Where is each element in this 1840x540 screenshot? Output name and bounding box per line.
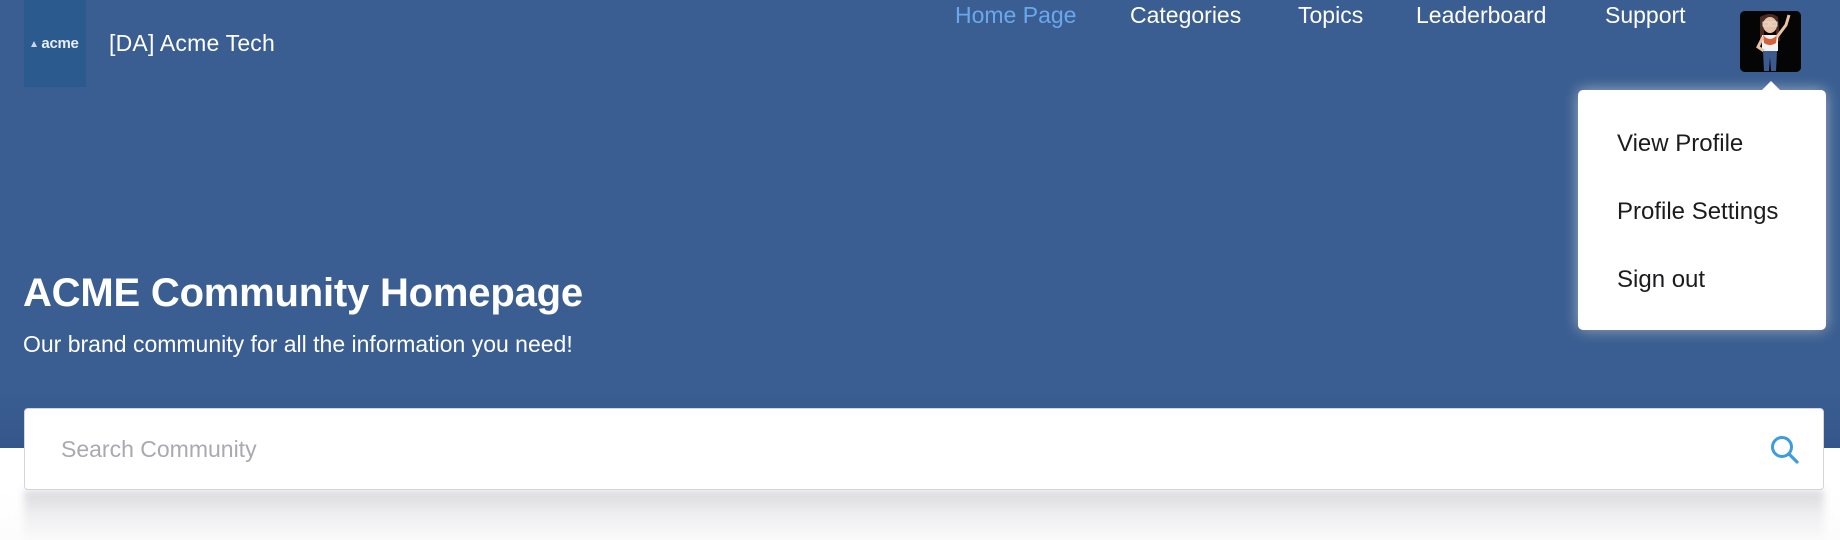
- nav-home-page[interactable]: Home Page: [955, 0, 1076, 30]
- site-header: acme [DA] Acme Tech Home Page Categories…: [0, 0, 1840, 88]
- logo-text: acme: [41, 35, 79, 52]
- nav-categories[interactable]: Categories: [1130, 0, 1241, 30]
- page-title: ACME Community Homepage: [23, 271, 583, 315]
- site-name-link[interactable]: [DA] Acme Tech: [109, 28, 275, 58]
- search-shadow: [24, 490, 1824, 540]
- nav-leaderboard[interactable]: Leaderboard: [1416, 0, 1546, 30]
- user-avatar-icon: [1740, 11, 1801, 72]
- search-input[interactable]: [61, 409, 1721, 489]
- profile-dropdown-menu: View Profile Profile Settings Sign out: [1578, 81, 1826, 330]
- menu-item-view-profile[interactable]: View Profile: [1617, 129, 1743, 159]
- search-icon: [1771, 436, 1799, 464]
- page-subtitle: Our brand community for all the informat…: [23, 331, 573, 357]
- page: acme [DA] Acme Tech Home Page Categories…: [0, 0, 1840, 540]
- search-bar: [24, 408, 1824, 490]
- nav-support[interactable]: Support: [1605, 0, 1686, 30]
- search-button[interactable]: [1769, 434, 1801, 466]
- nav-topics[interactable]: Topics: [1298, 0, 1363, 30]
- menu-item-profile-settings[interactable]: Profile Settings: [1617, 197, 1778, 227]
- acme-logo[interactable]: acme: [24, 0, 86, 87]
- menu-item-sign-out[interactable]: Sign out: [1617, 265, 1705, 295]
- logo-mark: acme: [31, 35, 79, 52]
- user-avatar-button[interactable]: [1740, 11, 1801, 72]
- logo-triangle-icon: [31, 40, 38, 47]
